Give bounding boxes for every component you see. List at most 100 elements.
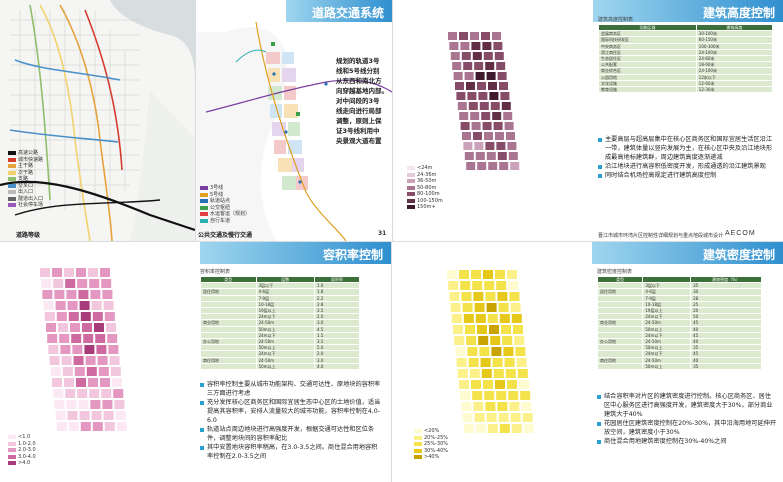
map-block [471, 270, 481, 279]
map-block [77, 279, 88, 288]
map-block [450, 52, 460, 60]
bullet-marker [597, 394, 601, 399]
map-block [77, 389, 88, 398]
map-block [485, 402, 496, 411]
map-block [72, 345, 83, 354]
map-block [73, 356, 84, 365]
legend-swatch [8, 461, 16, 466]
map-block [464, 72, 474, 80]
map-block [466, 162, 476, 170]
map-block [510, 162, 520, 170]
map-block [483, 270, 493, 279]
map-block [514, 336, 525, 345]
map-block [459, 270, 469, 279]
slide-title: 建筑高度控制 [702, 6, 775, 20]
bullet-item: 沿江地块进行高容积低密度开发，形成通透的沿江建筑景观 [598, 162, 776, 171]
map-block [477, 325, 487, 334]
legend-swatch [200, 192, 208, 197]
legend-swatch [407, 192, 415, 197]
map-block [74, 367, 85, 376]
bullet-text: 商住混合用地建筑密度控制在30%-40%之间 [604, 438, 727, 445]
map-block [98, 367, 109, 376]
table-cell: 4.0 [314, 362, 360, 371]
map-block [523, 424, 534, 433]
map-block [107, 334, 118, 343]
map-block [509, 402, 520, 411]
table-cell: 50m以上 [255, 362, 316, 371]
map-block [475, 72, 485, 80]
map-block [86, 367, 97, 376]
slide-transit: 道路交通系统 规划的轨道3号 线和5号线分别 从东西和南北方 向穿越基地内部。 … [196, 0, 392, 241]
map-block [54, 400, 65, 409]
map-block [76, 268, 86, 277]
legend-swatch [8, 164, 16, 169]
map-block [470, 32, 479, 40]
map-block [92, 422, 103, 431]
road-legend: 高速公路 城市快速路 主干路 次干路 支路 交叉口 出入口 隧道出入口 社会停车… [8, 150, 43, 209]
map-block [520, 391, 531, 400]
bullet-item: 花园居住区建筑密度控制在20%-30%，其中沿海用地可延伸开放空间，建筑密度小于… [597, 419, 777, 437]
legend-item: 社会停车场 [8, 202, 43, 209]
map-block [112, 378, 122, 387]
map-block [473, 132, 482, 140]
map-block [515, 347, 526, 356]
legend-swatch [8, 203, 16, 208]
map-block [453, 325, 463, 334]
map-block [89, 389, 100, 398]
map-block [482, 42, 492, 50]
map-block [84, 345, 95, 354]
legend-swatch [414, 435, 422, 440]
bullet-item: 同时结合机场控高规定进行建筑高度控制 [598, 171, 776, 180]
map-block [499, 162, 509, 170]
map-block [113, 389, 124, 398]
map-block [493, 369, 504, 378]
road-map-label: 道路等级 [16, 232, 41, 239]
map-block [517, 369, 528, 378]
map-block [467, 347, 478, 356]
map-block [465, 325, 475, 334]
map-block [460, 281, 471, 290]
map-block [456, 358, 467, 367]
height-bullets: 主要高层与超高层集中在核心区商务区和国际宜居生活区沿江一带，建筑体量以竖向发展为… [598, 135, 776, 180]
map-block [64, 268, 74, 277]
table-row: 50m以上 35 [596, 362, 762, 371]
map-block [52, 378, 62, 387]
map-block [43, 301, 54, 310]
map-block [91, 411, 102, 420]
map-block [101, 389, 112, 398]
map-block [103, 411, 114, 420]
density-legend: <20% 20%-25% 25%-30% 30%-40% >40% [414, 428, 448, 461]
map-block [508, 281, 519, 290]
map-block [472, 391, 483, 400]
bullet-text: 沿江地块进行高容积低密度开发，形成通透的沿江建筑景观 [605, 163, 766, 170]
map-block [486, 72, 496, 80]
map-block [478, 92, 488, 100]
far-bullets: 容积率控制主要从城市功能架构、交通可达性、原地块的容积率三方面进行考虑 充分发挥… [200, 380, 382, 461]
map-block [485, 292, 496, 301]
map-block [506, 132, 515, 140]
map-block [474, 142, 484, 150]
map-block [459, 380, 469, 389]
legend-label: 150m+ [417, 204, 436, 210]
map-block [96, 345, 107, 354]
map-block [500, 92, 510, 100]
map-block [479, 102, 489, 110]
map-block [114, 400, 125, 409]
slide-title: 建筑密度控制 [702, 248, 775, 262]
map-block [65, 279, 76, 288]
map-block [78, 400, 89, 409]
bullet-item: 轨道站点周边地块进行高强度开发，根据交通可达性和区位条件，调整地块间的容积率配比 [200, 425, 382, 443]
legend-swatch [8, 157, 16, 162]
map-block [42, 290, 53, 299]
map-block [488, 162, 498, 170]
map-block [482, 122, 492, 130]
map-block [510, 303, 521, 312]
map-block [496, 142, 506, 150]
map-block [493, 122, 503, 130]
bullet-text: 其中安置地块容积率稍高，在3.0-3.5之间。商住混合用地容积率控制在2.0-3… [207, 444, 378, 460]
map-block [471, 122, 481, 130]
map-block [481, 32, 490, 40]
map-block [477, 82, 486, 90]
map-block [487, 424, 498, 433]
map-block [484, 391, 495, 400]
